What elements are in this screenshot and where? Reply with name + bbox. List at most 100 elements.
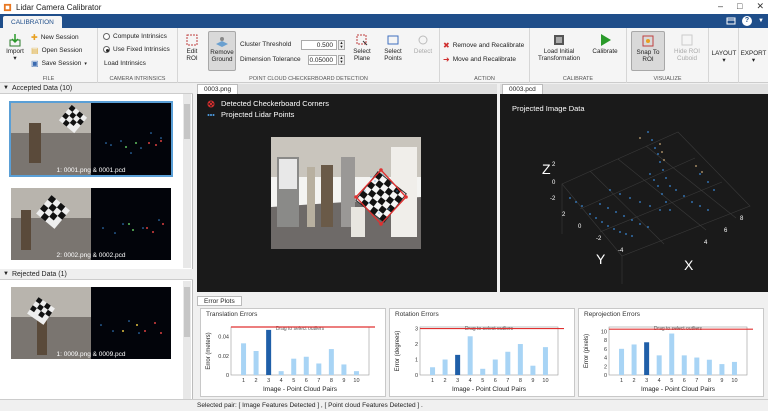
visualize-section-label: VISUALIZE [653,76,682,82]
remove-ground-button[interactable]: Remove Ground [208,31,236,71]
error-bar[interactable] [731,361,737,375]
rejected-scroll-thumb[interactable] [184,287,190,337]
x-axis-label: Image - Point Cloud Pairs [452,386,527,393]
accepted-scroll-thumb[interactable] [184,104,190,139]
rejected-data-header[interactable]: ▼ Rejected Data (1) [0,269,193,280]
reprojection-errors-chart[interactable]: Drag to select outliers02468101234567891… [579,319,763,397]
snap-to-roi-button[interactable]: Snap To ROI [631,31,665,71]
accepted-data-header[interactable]: ▼ Accepted Data (10) [0,83,193,94]
tab-error-plots[interactable]: Error Plots [197,296,242,306]
detect-button[interactable]: Detect [410,33,436,55]
error-bar[interactable] [455,354,461,375]
error-bar[interactable] [492,359,498,375]
use-fixed-intrinsics-radio[interactable]: Use Fixed Intrinsics [103,46,170,53]
cluster-threshold-spinner[interactable]: ▲ ▼ [338,40,345,50]
x-tick-label: 2 [255,378,258,384]
x-tick-label: 6 [683,378,686,384]
error-bar[interactable] [505,351,511,375]
camera-image [271,137,421,249]
error-bar[interactable] [303,356,309,375]
tab-calibration[interactable]: CALIBRATION [3,16,62,28]
detect-icon [418,35,428,45]
remove-recalibrate-button[interactable]: ✖ Remove and Recalibrate [443,41,524,50]
x-axis-label: Image - Point Cloud Pairs [263,386,338,393]
error-bar[interactable] [430,367,436,375]
load-initial-transformation-button[interactable]: Load Initial Transformation [534,33,584,62]
close-icon[interactable]: ✕ [756,1,764,12]
rejected-scrollbar[interactable] [183,281,191,399]
dimension-tolerance-spinner[interactable]: ▲ ▼ [338,55,345,65]
select-plane-button[interactable]: Select Plane [348,33,376,62]
error-bar[interactable] [467,336,473,375]
error-bar[interactable] [644,342,650,375]
tab-pcd[interactable]: 0003.pcd [502,84,543,94]
error-bar[interactable] [480,368,486,375]
dock-icon[interactable] [726,16,736,26]
move-recalibrate-button[interactable]: ➜ Move and Recalibrate [443,55,516,64]
error-bar[interactable] [328,349,334,375]
error-bar[interactable] [291,358,297,375]
help-icon[interactable]: ? [742,16,753,26]
error-bar[interactable] [631,344,637,375]
error-bar[interactable] [353,371,359,375]
error-bar[interactable] [517,344,523,375]
error-bar[interactable] [706,359,712,375]
tab-image[interactable]: 0003.png [197,84,239,94]
point-cloud-view[interactable]: Projected Image Data Z Y X 2 0 -2 -4 -2 … [500,94,768,292]
rotation-errors-title: Rotation Errors [395,311,439,318]
help-menu-icon[interactable]: ▼ [758,18,764,24]
open-session-button[interactable]: ▤ Open Session [31,46,82,55]
error-bar[interactable] [619,348,625,375]
x-tick-label: 1 [620,378,623,384]
error-bar[interactable] [442,359,448,375]
error-bar[interactable] [316,363,322,375]
error-bar[interactable] [681,355,687,375]
export-button[interactable]: EXPORT ▾ [740,50,767,64]
x-tick-label: 1 [431,378,434,384]
translation-errors-chart[interactable]: Drag to select outliers00.020.041 2 3 4 5 6 7 8… [201,319,385,397]
image-tabs: 0003.png [197,84,497,94]
error-bar[interactable] [694,357,700,375]
maximize-icon[interactable]: □ [737,1,742,12]
save-session-button[interactable]: ▣ Save Session ▾ [31,59,87,68]
cluster-threshold-label: Cluster Threshold [240,41,292,48]
error-bar[interactable] [656,355,662,375]
y-tick-label: 8 [604,338,607,344]
z-tick: 0 [552,180,556,186]
error-bar[interactable] [253,351,259,375]
cluster-threshold-input[interactable]: 0.500 [301,40,337,50]
error-plots-panel: Error Plots Translation Errors Drag to s… [197,294,768,399]
select-points-button[interactable]: Select Points [380,33,406,62]
new-session-button[interactable]: ✚ New Session [31,33,79,42]
error-bar[interactable] [266,329,272,375]
error-bar[interactable] [278,371,284,375]
accepted-thumbnail[interactable]: 2: 0002.png & 0002.pcd [11,188,171,260]
compute-intrinsics-radio[interactable]: Compute Intrinsics [103,33,167,40]
rejected-thumbnail[interactable]: 1: 0009.png & 0009.pcd [11,287,171,359]
minimize-icon[interactable]: – [718,1,723,12]
error-bar[interactable] [542,347,548,375]
dimension-tolerance-input[interactable]: 0.05000 [308,55,337,65]
import-button[interactable]: Import ▾ [3,33,27,62]
error-bar[interactable] [530,365,536,375]
accepted-thumbnail[interactable]: 1: 0001.png & 0001.pcd [9,101,173,177]
layout-button[interactable]: LAYOUT ▾ [711,50,737,64]
export-dropdown-icon: ▾ [751,57,756,64]
remove-icon: ✖ [443,41,450,50]
load-intrinsics-button[interactable]: Load Intrinsics [104,60,146,67]
error-bar[interactable] [669,333,675,375]
hide-roi-cuboid-button[interactable]: Hide ROI Cuboid [669,33,705,62]
rotation-errors-chart[interactable]: Drag to select outliers012312345678910Im… [390,319,574,397]
edit-roi-button[interactable]: Edit ROI [181,33,203,62]
y-tick-label: 10 [601,329,607,335]
error-bar[interactable] [341,364,347,375]
calibrate-button[interactable]: Calibrate [588,33,622,55]
error-bar[interactable] [241,343,247,375]
status-bar: Selected pair: [ Image Features Detected… [0,399,768,411]
image-view[interactable]: Detected Checkerboard Corners Projected … [197,94,497,292]
reprojection-errors-title: Reprojection Errors [584,311,640,318]
error-bar[interactable] [719,364,725,375]
accepted-scrollbar[interactable] [183,94,191,268]
save-icon: ▣ [31,59,39,68]
x-tick-label: 5 [481,378,484,384]
